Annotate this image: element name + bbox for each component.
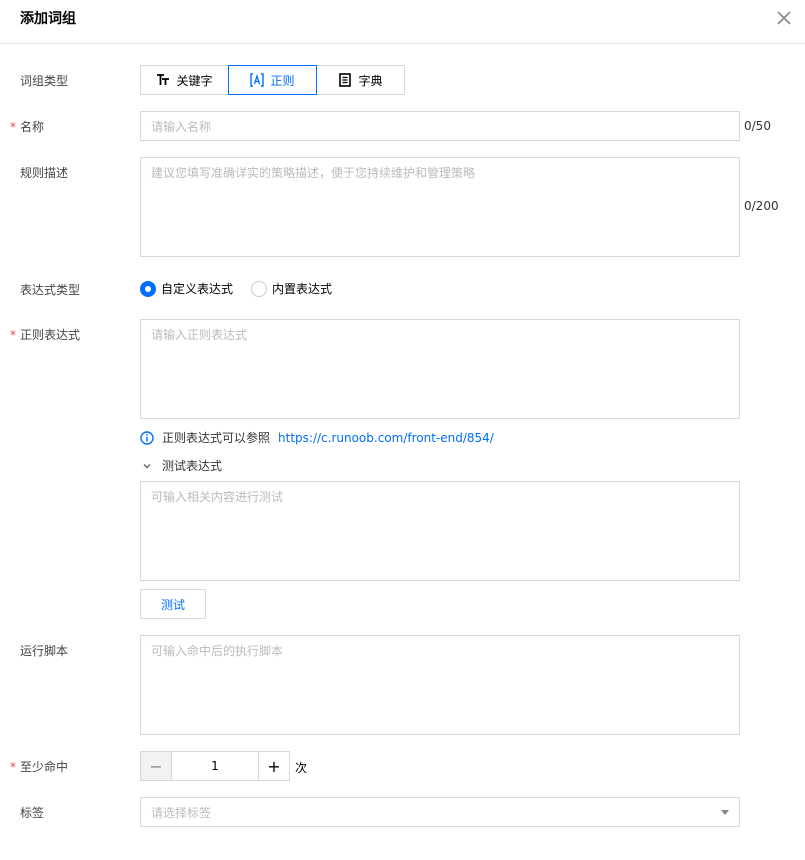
radio-label: 自定义表达式 [161,282,234,296]
tags-label: 标签 [20,806,45,820]
close-icon[interactable] [775,9,793,27]
desc-textarea[interactable]: 建议您填写准确详实的策略描述，便于您持续维护和管理策略 [140,157,740,257]
radio-unchecked-icon [251,280,268,297]
caret-down-icon [721,809,729,815]
script-label: 运行脚本 [20,644,69,658]
required-mark: * [10,760,16,774]
dialog-header: 添加词组 [0,0,805,44]
test-placeholder: 可输入相关内容进行测试 [151,490,284,504]
name-counter: 0/50 [744,119,771,133]
required-mark: * [10,328,16,342]
script-placeholder: 可输入命中后的执行脚本 [151,644,284,658]
desc-counter: 0/200 [744,199,779,213]
radio-checked-icon [140,280,156,297]
expr-type-label: 表达式类型 [20,283,81,297]
radio-label: 内置表达式 [272,282,333,296]
script-textarea[interactable]: 可输入命中后的执行脚本 [140,635,740,735]
name-label: 名称 [20,120,45,134]
min-hits-input[interactable]: 1 [172,752,258,780]
regex-hint: 正则表达式可以参照 https://c.runoob.com/front-end… [140,429,494,446]
regex-placeholder: 请输入正则表达式 [151,328,248,342]
min-hits-stepper: − 1 + [140,751,290,781]
min-hits-unit: 次 [295,761,308,775]
test-toggle-label: 测试表达式 [162,459,223,473]
decrement-button[interactable]: − [141,752,172,780]
radio-custom-expression[interactable]: 自定义表达式 [140,280,233,297]
expr-type-radio-group: 自定义表达式 内置表达式 [140,280,332,297]
type-option-label: 字典 [358,73,383,88]
chevron-down-icon [143,463,151,468]
regex-textarea[interactable]: 请输入正则表达式 [140,319,740,419]
hint-link[interactable]: https://c.runoob.com/front-end/854/ [278,431,494,445]
name-input[interactable]: 请输入名称 [140,111,740,141]
desc-label: 规则描述 [20,166,69,180]
type-segmented-control: 关键字 正则 字典 [140,65,405,95]
name-placeholder: 请输入名称 [151,120,212,134]
tags-select[interactable]: 请选择标签 [140,797,740,827]
dictionary-icon [339,73,352,87]
type-option-keyword[interactable]: 关键字 [140,65,229,95]
tt-icon [157,74,170,85]
type-option-regex[interactable]: 正则 [228,65,317,95]
type-label: 词组类型 [20,74,69,88]
desc-placeholder: 建议您填写准确详实的策略描述，便于您持续维护和管理策略 [151,166,476,180]
hint-text: 正则表达式可以参照 [162,431,271,445]
test-expression-toggle[interactable]: 测试表达式 [142,457,222,474]
required-mark: * [10,120,16,134]
radio-builtin-expression[interactable]: 内置表达式 [251,280,332,297]
min-hits-label: 至少命中 [20,760,69,774]
type-option-label: 关键字 [176,73,213,88]
type-option-label: 正则 [270,73,295,88]
type-option-dictionary[interactable]: 字典 [316,65,405,95]
info-icon [140,430,154,445]
regex-icon [250,73,265,87]
test-textarea[interactable]: 可输入相关内容进行测试 [140,481,740,581]
increment-button[interactable]: + [258,752,289,780]
test-button[interactable]: 测试 [140,589,206,619]
tags-placeholder: 请选择标签 [151,805,212,820]
dialog-title: 添加词组 [20,11,76,27]
regex-label: 正则表达式 [20,328,81,342]
